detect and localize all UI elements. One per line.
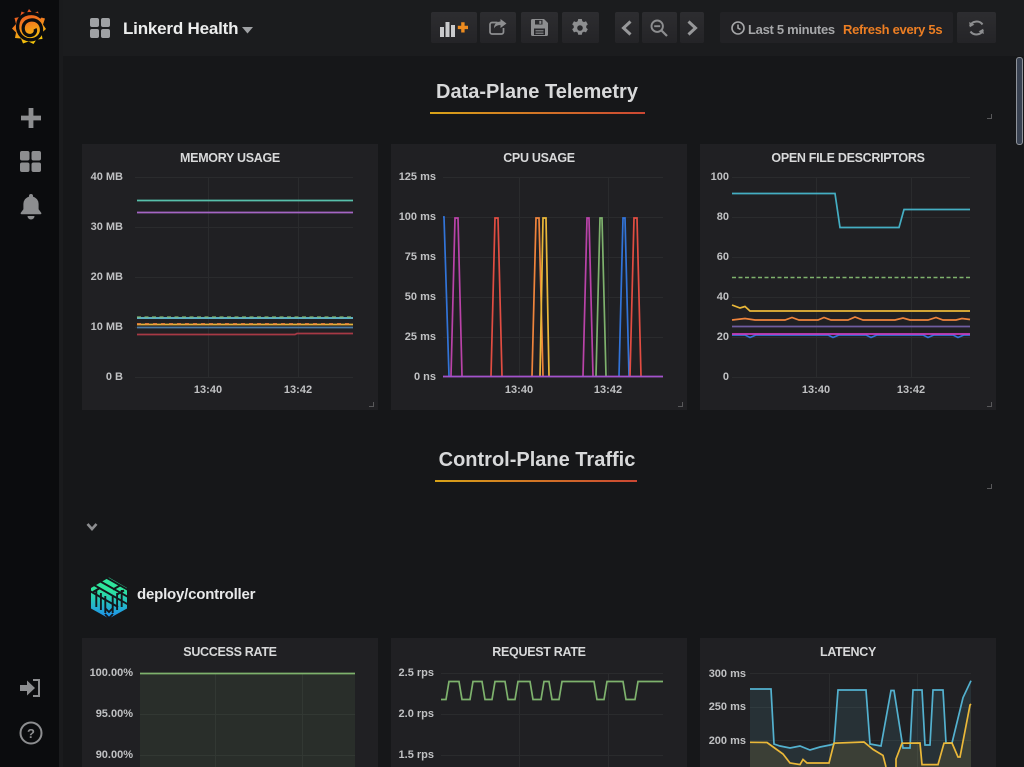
svg-text:?: ?: [27, 726, 35, 741]
